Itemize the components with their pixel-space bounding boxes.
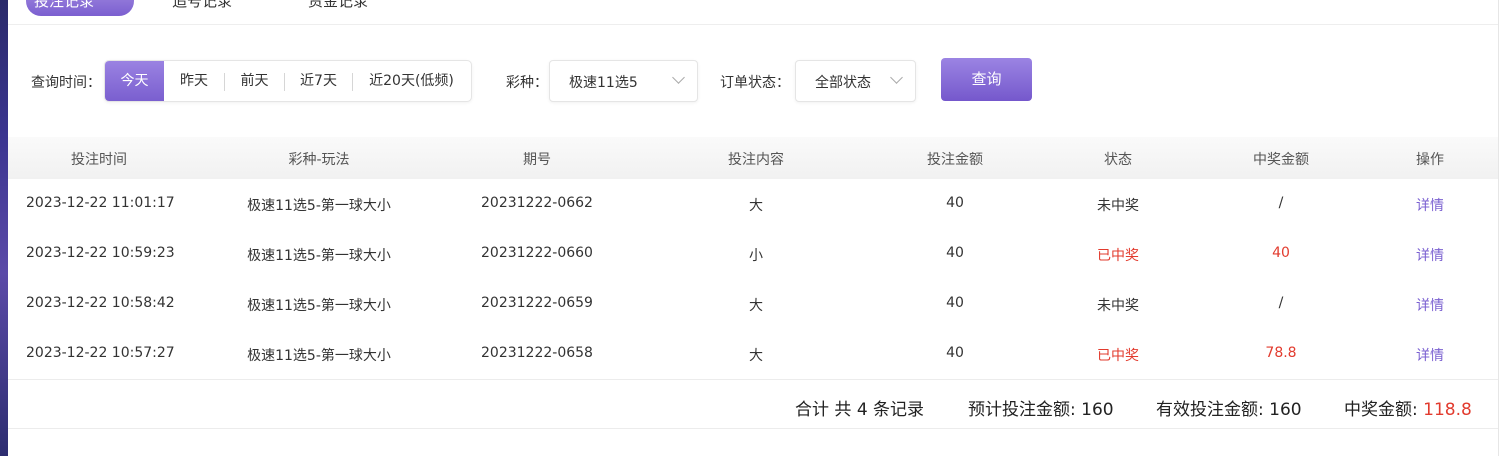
table-row: 2023-12-22 10:57:27 极速11选5-第一球大小 2023122… bbox=[8, 329, 1499, 380]
expected-bet-amount: 预计投注金额: 160 bbox=[968, 395, 1114, 420]
time-option-yesterday[interactable]: 昨天 bbox=[164, 61, 224, 101]
win-amount-value: 118.8 bbox=[1423, 400, 1472, 420]
bet-content-cell: 大 bbox=[749, 348, 763, 364]
details-link[interactable]: 详情 bbox=[1416, 245, 1444, 265]
status-cell: 已中奖 bbox=[1097, 248, 1139, 264]
tab-fund-records[interactable]: 资金记录 bbox=[308, 0, 368, 11]
details-link[interactable]: 详情 bbox=[1416, 345, 1444, 365]
column-header: 投注时间 bbox=[71, 152, 127, 168]
lottery-label: 彩种： bbox=[506, 75, 548, 91]
issue-number-cell: 20231222-0659 bbox=[481, 295, 593, 311]
tab-bet-records[interactable]: 投注记录 bbox=[34, 0, 94, 11]
order-status-select[interactable]: 全部状态 bbox=[795, 60, 916, 102]
expected-bet-label: 预计投注金额: bbox=[968, 400, 1076, 420]
time-option-today[interactable]: 今天 bbox=[105, 61, 164, 101]
order-status-select-value: 全部状态 bbox=[815, 75, 871, 91]
bet-content-cell: 大 bbox=[749, 198, 763, 214]
valid-bet-amount: 有效投注金额: 160 bbox=[1156, 395, 1302, 420]
tab-chase-records[interactable]: 追号记录 bbox=[172, 0, 232, 11]
total-prefix: 合计 共 bbox=[795, 400, 852, 420]
time-option-day-before[interactable]: 前天 bbox=[225, 61, 284, 101]
issue-number-cell: 20231222-0660 bbox=[481, 245, 593, 261]
column-header: 状态 bbox=[1104, 152, 1132, 168]
table-row: 2023-12-22 10:59:23 极速11选5-第一球大小 2023122… bbox=[8, 229, 1499, 280]
chevron-down-icon bbox=[890, 71, 903, 84]
lottery-play-cell: 极速11选5-第一球大小 bbox=[247, 248, 391, 264]
bet-records-panel: 投注记录 追号记录 资金记录 查询时间： 今天 昨天 前天 近7天 近20天(低… bbox=[8, 0, 1499, 456]
background-decoration-left bbox=[0, 0, 8, 456]
details-link[interactable]: 详情 bbox=[1416, 295, 1444, 315]
bet-amount-cell: 40 bbox=[946, 295, 964, 311]
filter-bar: 查询时间： 今天 昨天 前天 近7天 近20天(低频) 彩种： 极速11选5 订… bbox=[8, 58, 1499, 102]
win-amount-cell: 78.8 bbox=[1265, 345, 1297, 361]
order-status-label: 订单状态： bbox=[720, 75, 790, 91]
win-amount-total: 中奖金额: 118.8 bbox=[1344, 395, 1472, 420]
bet-amount-cell: 40 bbox=[946, 245, 964, 261]
bet-time-cell: 2023-12-22 10:58:42 bbox=[26, 295, 175, 311]
total-suffix: 条记录 bbox=[873, 400, 925, 420]
query-button[interactable]: 查询 bbox=[941, 58, 1032, 101]
lottery-play-cell: 极速11选5-第一球大小 bbox=[247, 298, 391, 314]
summary-bar: 合计 共 4 条记录 预计投注金额: 160 有效投注金额: 160 中奖金额:… bbox=[8, 379, 1499, 429]
lottery-select-value: 极速11选5 bbox=[569, 75, 638, 91]
bet-content-cell: 小 bbox=[749, 248, 763, 264]
expected-bet-value: 160 bbox=[1081, 400, 1114, 420]
lottery-select[interactable]: 极速11选5 bbox=[549, 60, 698, 102]
status-cell: 未中奖 bbox=[1097, 298, 1139, 314]
background-edge-right bbox=[1498, 0, 1511, 456]
details-link[interactable]: 详情 bbox=[1416, 195, 1444, 215]
table-row: 2023-12-22 10:58:42 极速11选5-第一球大小 2023122… bbox=[8, 279, 1499, 330]
valid-bet-value: 160 bbox=[1269, 400, 1302, 420]
valid-bet-label: 有效投注金额: bbox=[1156, 400, 1264, 420]
time-option-7-days[interactable]: 近7天 bbox=[285, 61, 352, 101]
issue-number-cell: 20231222-0662 bbox=[481, 195, 593, 211]
column-header: 中奖金额 bbox=[1253, 152, 1309, 168]
column-header: 操作 bbox=[1416, 152, 1444, 168]
record-tabs: 投注记录 追号记录 资金记录 bbox=[8, 0, 1499, 25]
chevron-down-icon bbox=[672, 71, 685, 84]
table-row: 2023-12-22 11:01:17 极速11选5-第一球大小 2023122… bbox=[8, 179, 1499, 230]
table-header: 投注时间 彩种-玩法 期号 投注内容 投注金额 状态 中奖金额 操作 bbox=[8, 137, 1499, 179]
bet-time-cell: 2023-12-22 10:57:27 bbox=[26, 345, 175, 361]
total-count: 4 bbox=[856, 400, 868, 420]
win-amount-label: 中奖金额: bbox=[1344, 400, 1418, 420]
time-option-20-days[interactable]: 近20天(低频) bbox=[353, 61, 470, 101]
bet-time-cell: 2023-12-22 10:59:23 bbox=[26, 245, 175, 261]
column-header: 彩种-玩法 bbox=[288, 152, 350, 168]
time-range-selector: 今天 昨天 前天 近7天 近20天(低频) bbox=[104, 60, 472, 102]
win-amount-cell: / bbox=[1278, 195, 1284, 211]
bet-time-cell: 2023-12-22 11:01:17 bbox=[26, 195, 175, 211]
lottery-play-cell: 极速11选5-第一球大小 bbox=[247, 348, 391, 364]
status-cell: 已中奖 bbox=[1097, 348, 1139, 364]
issue-number-cell: 20231222-0658 bbox=[481, 345, 593, 361]
query-time-label: 查询时间： bbox=[31, 75, 101, 91]
total-records: 合计 共 4 条记录 bbox=[795, 395, 924, 420]
bet-content-cell: 大 bbox=[749, 298, 763, 314]
column-header: 投注内容 bbox=[728, 152, 784, 168]
bet-amount-cell: 40 bbox=[946, 195, 964, 211]
status-cell: 未中奖 bbox=[1097, 198, 1139, 214]
win-amount-cell: / bbox=[1278, 295, 1284, 311]
column-header: 期号 bbox=[523, 152, 551, 168]
win-amount-cell: 40 bbox=[1272, 245, 1290, 261]
lottery-play-cell: 极速11选5-第一球大小 bbox=[247, 198, 391, 214]
column-header: 投注金额 bbox=[927, 152, 983, 168]
bet-amount-cell: 40 bbox=[946, 345, 964, 361]
